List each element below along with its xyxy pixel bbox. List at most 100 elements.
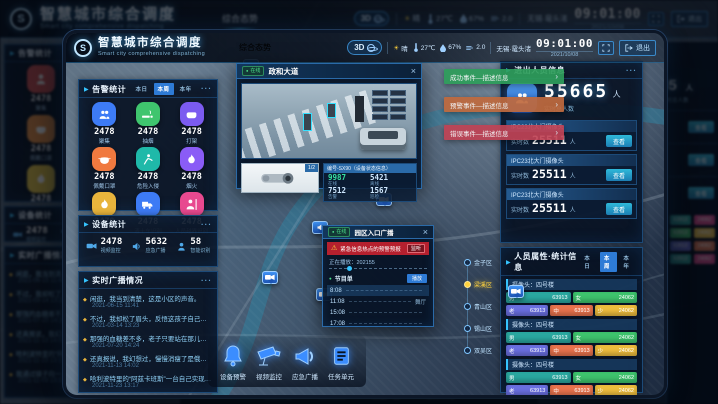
alarm-tile-fight[interactable]: 2478打架 [170,101,213,145]
dispatch-window: S 智慧城市综合调度 Smart city comprehensive disp… [63,30,667,398]
broadcast-item[interactable]: 还真报说，我幻想过，慢慢消瘦了是俄个大容量硬盘…2021-11-13 14:02 [83,351,213,371]
schedule-row[interactable]: 11:08舞厅 [327,296,429,307]
alarm-tile-gather[interactable]: 2478聚集 [83,101,126,145]
view-button[interactable]: 查看 [606,169,632,181]
toast-error[interactable]: 错误事件—描述信息› [444,125,564,140]
fullscreen-icon[interactable] [598,41,614,55]
schedule-row[interactable]: 15:08 [327,307,429,318]
people-panel: ▶进出人员信息 ··· 55665 人 实时总人数 IPC23北大门摄像头 实时… [500,61,643,243]
chip-male[interactable]: 男63913 [506,372,571,383]
toast-success[interactable]: 成功事件—描述信息› [444,69,564,84]
wind-icon [466,45,474,51]
weather-wind: 2.0 [466,44,485,51]
online-badge: 在线 [328,227,350,237]
flame-icon [185,153,198,166]
tab-day[interactable]: 本日 [580,252,598,272]
now-playing: 正在播放：202155 [329,258,427,266]
playback-slider[interactable] [329,268,427,272]
broadcast-item[interactable]: 闲逛，我当到清楚，这是小区的声音。2021-06-15 11:41 [83,291,213,311]
alarm-tile-smoke-fire[interactable]: 2478烟火 [170,146,213,190]
mask-icon [98,153,111,166]
clock: 09:01:00 2021/10/08 [536,37,593,58]
thumbnail-count-tag: 1/2 [305,164,318,172]
road-signs [372,90,406,120]
chip-young[interactable]: 少24062 [595,385,637,396]
district-item-active[interactable]: 梁溪区 [464,273,492,295]
device-stat-video[interactable]: 2478视频监控 [86,238,123,254]
alarm-title: 告警统计 [92,84,126,95]
schedule-row[interactable]: 8:08 [327,285,429,296]
chip-elder[interactable]: 老63913 [506,305,548,316]
chip-male[interactable]: 男63913 [506,332,571,343]
toast-warning[interactable]: 预警事件—描述信息› [444,97,564,112]
chip-young[interactable]: 少24062 [595,305,637,316]
chip-female[interactable]: 女24062 [573,332,638,343]
close-icon[interactable]: × [423,228,428,237]
chip-elder[interactable]: 老63913 [506,345,548,356]
people-icon [98,108,111,121]
pedestrian [355,96,364,122]
cctv-icon [256,344,282,368]
dock-device-alarm-button[interactable]: 设备预警 [220,344,246,381]
person-icon [176,241,187,252]
dock: 设备预警 视频监控 应急广播 任务单元 [208,336,366,387]
pedestrian-detection [304,114,311,130]
tab-year[interactable]: 本年 [176,83,196,95]
district-item[interactable]: 双吴区 [464,339,492,361]
fist-icon [185,108,198,121]
chip-adult[interactable]: 中63913 [550,385,592,396]
district-item[interactable]: 金子区 [464,251,492,273]
camera-marker[interactable] [262,271,278,284]
tab-week[interactable]: 本周 [154,83,174,95]
tab-overview[interactable]: 综合态势 [231,40,279,55]
play-button[interactable]: 播放 [407,274,427,283]
broadcast-item[interactable]: 哈利波特里的“阿兹卡班斯”一台自己实现的反弹，型下…2021-11-23 13:… [83,371,213,391]
listen-button[interactable]: 监听 [407,244,425,253]
device-stat-ai[interactable]: 58智能识别 [176,238,210,254]
attributes-title: 人员属性·统计信息 [514,251,577,273]
camera-feed[interactable] [241,83,417,159]
dock-video-monitor-button[interactable]: 视频监控 [256,344,282,381]
emergency-alert-bar: ⚠ 紧急信息热点的预警预报 监听 [327,242,429,255]
broadcast-item[interactable]: 我通过镜子向一颗心脏展示一点于不可言说的最终规则…2021-11-03 13:1… [83,391,213,398]
district-item[interactable]: 青山区 [464,295,492,317]
broadcast-item[interactable]: 不过，我却松了眉头，反悟这孩子自己的问题？2021-03-14 13:23 [83,311,213,331]
logout-button[interactable]: 退出 [619,40,656,56]
sun-icon: ☀ [393,44,399,52]
broadcast-item[interactable]: 那强的血糖差不多，老子只要站在那儿一站，正是之气短…2021-07-20 14:… [83,331,213,351]
tab-year[interactable]: 本年 [619,252,637,272]
device-stat-broadcast[interactable]: 5632应急广播 [131,238,167,254]
chip-adult[interactable]: 中63913 [550,345,592,356]
close-icon[interactable]: × [411,67,416,76]
slider-handle[interactable] [347,266,352,271]
dock-task-unit-button[interactable]: 任务单元 [328,344,354,381]
clipboard-icon [330,344,352,368]
alarm-tile-intrusion[interactable]: 2478危险入侵 [127,146,170,190]
alarm-tile-smoking[interactable]: 2478抽烟 [127,101,170,145]
chip-elder[interactable]: 老63913 [506,385,548,396]
car-detection [360,128,406,150]
tab-week[interactable]: 本周 [600,252,618,272]
dock-emergency-broadcast-button[interactable]: 应急广播 [292,344,318,381]
app-brand: 智慧城市综合调度 Smart city comprehensive dispat… [98,38,205,57]
exit-icon [625,44,633,52]
chip-adult[interactable]: 中63913 [550,305,592,316]
chip-female[interactable]: 女24062 [573,292,638,303]
people-card: IPC23北大门摄像头 实时数25511人 查看 [506,154,637,185]
mode-3d-toggle[interactable]: 3D [347,40,382,55]
window-topbar-right: 3D ☀晴 27℃ 67% 2.0 无锡·鼋头渚 09:01:00 [347,37,664,58]
schedule-row[interactable]: 17:08 [327,318,429,329]
view-button[interactable]: 查看 [606,135,632,147]
chip-young[interactable]: 少24062 [595,345,637,356]
camera-marker[interactable] [508,285,524,298]
chevron-right-icon: › [555,128,558,137]
chip-female[interactable]: 女24062 [573,372,638,383]
camera-device-thumbnail[interactable]: 1/2 [241,163,319,193]
app-title: 智慧城市综合调度 [98,38,205,50]
alarm-tile-mask[interactable]: 2478佩戴口罩 [83,146,126,190]
tab-day[interactable]: 本日 [132,83,152,95]
district-selector: 金子区 梁溪区 青山区 锡山区 双吴区 [464,251,492,361]
view-button[interactable]: 查看 [606,203,632,215]
attribute-group: 摄像头：四号楼 男63913 女24062 老63913 中63913 少240… [506,319,637,356]
district-item[interactable]: 锡山区 [464,317,492,339]
